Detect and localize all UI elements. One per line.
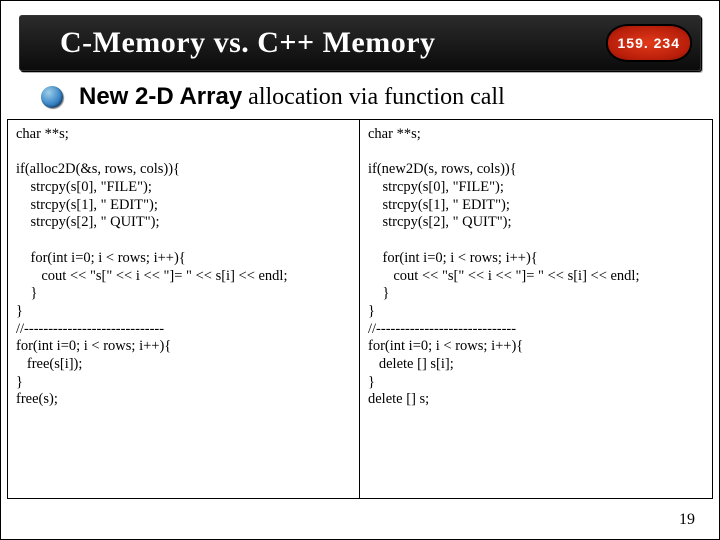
course-badge: 159. 234: [606, 24, 693, 62]
title-bar: C-Memory vs. C++ Memory 159. 234: [19, 15, 701, 71]
subheading-bold: New 2-D Array: [79, 83, 242, 110]
subheading: New 2-D Arrayallocation via function cal…: [79, 83, 505, 111]
page-number: 19: [679, 511, 695, 529]
code-column-c: char **s; if(alloc2D(&s, rows, cols)){ s…: [8, 120, 360, 498]
slide: C-Memory vs. C++ Memory 159. 234 New 2-D…: [0, 0, 720, 540]
subheading-rest: allocation via function call: [248, 84, 505, 110]
bullet-icon: [41, 86, 63, 108]
code-column-cpp: char **s; if(new2D(s, rows, cols)){ strc…: [360, 120, 712, 498]
subheading-row: New 2-D Arrayallocation via function cal…: [41, 83, 679, 111]
slide-title: C-Memory vs. C++ Memory: [60, 26, 436, 60]
code-comparison: char **s; if(alloc2D(&s, rows, cols)){ s…: [7, 119, 713, 499]
